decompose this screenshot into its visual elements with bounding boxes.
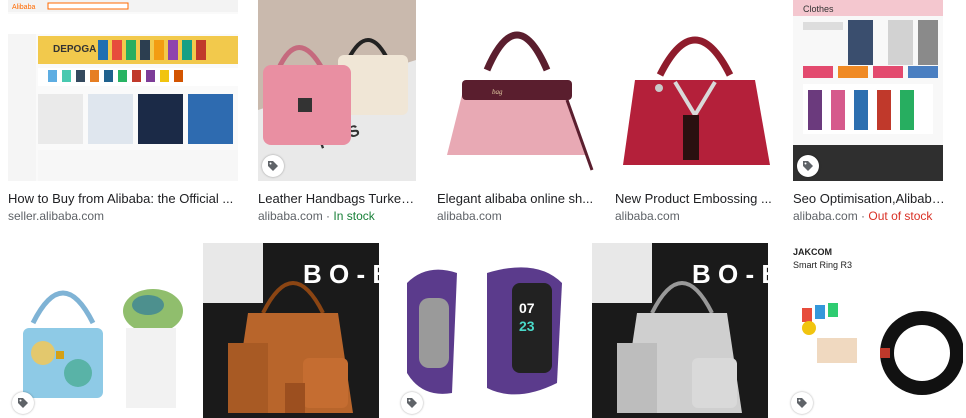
result-domain: alibaba.com bbox=[793, 209, 858, 223]
result-card-8[interactable]: 07 23 bbox=[397, 243, 573, 418]
source-separator: · bbox=[322, 209, 334, 223]
result-card-5[interactable]: Clothes Seo Optimisation,Alibaba ... ali… bbox=[793, 0, 951, 240]
tag-icon[interactable] bbox=[12, 392, 34, 414]
result-card-3[interactable]: bag Elegant alibaba online sh... alibaba… bbox=[437, 0, 595, 240]
smart-ring-image: JAKCOM Smart Ring R3 bbox=[787, 243, 963, 418]
svg-text:DEPOGA: DEPOGA bbox=[53, 44, 96, 55]
result-thumbnail[interactable]: Clothes bbox=[793, 0, 943, 181]
result-card-4[interactable]: New Product Embossing ... alibaba.com bbox=[615, 0, 773, 240]
red-handbag-image bbox=[615, 0, 773, 181]
result-title[interactable]: Leather Handbags Turkey,... bbox=[258, 191, 416, 207]
result-domain: seller.alibaba.com bbox=[8, 209, 105, 223]
result-thumbnail[interactable]: bag bbox=[437, 0, 595, 181]
result-thumbnail[interactable] bbox=[615, 0, 773, 181]
result-card-6[interactable] bbox=[8, 243, 184, 418]
tag-icon[interactable] bbox=[797, 155, 819, 177]
result-source: seller.alibaba.com bbox=[8, 209, 104, 223]
svg-text:bag: bag bbox=[492, 88, 503, 96]
grey-bag-set-image: B O - B bbox=[592, 243, 768, 418]
svg-text:JAKCOM: JAKCOM bbox=[793, 247, 832, 257]
result-source: alibaba.com bbox=[437, 209, 502, 223]
result-thumbnail[interactable]: 07 23 bbox=[397, 243, 573, 418]
result-domain: alibaba.com bbox=[258, 209, 323, 223]
result-source: alibaba.com · In stock bbox=[258, 209, 375, 223]
result-domain: alibaba.com bbox=[615, 209, 680, 223]
result-card-10[interactable]: JAKCOM Smart Ring R3 bbox=[787, 243, 963, 418]
result-title[interactable]: New Product Embossing ... bbox=[615, 191, 773, 207]
tie-dye-bag-and-cap-image bbox=[8, 243, 184, 418]
result-thumbnail[interactable]: Alibaba DEPOGA bbox=[8, 0, 238, 181]
svg-text:Alibaba: Alibaba bbox=[12, 4, 35, 11]
result-card-1[interactable]: Alibaba DEPOGA How to Buy from Alibaba: … bbox=[8, 0, 238, 240]
result-thumbnail[interactable]: B O - B bbox=[592, 243, 768, 418]
result-thumbnail[interactable] bbox=[8, 243, 184, 418]
result-card-9[interactable]: B O - B bbox=[592, 243, 768, 418]
result-thumbnail[interactable]: B O - B bbox=[203, 243, 379, 418]
svg-text:Smart Ring R3: Smart Ring R3 bbox=[793, 260, 852, 270]
stock-status: In stock bbox=[333, 209, 375, 223]
result-thumbnail[interactable]: YONS bbox=[258, 0, 416, 181]
result-card-2[interactable]: YONS Leather Handbags Turkey,... alibaba… bbox=[258, 0, 416, 240]
stock-status: Out of stock bbox=[868, 209, 933, 223]
brown-bag-set-image: B O - B bbox=[203, 243, 379, 418]
result-title[interactable]: Seo Optimisation,Alibaba ... bbox=[793, 191, 951, 207]
result-title[interactable]: Elegant alibaba online sh... bbox=[437, 191, 595, 207]
tag-icon[interactable] bbox=[262, 155, 284, 177]
tag-icon[interactable] bbox=[401, 392, 423, 414]
result-card-7[interactable]: B O - B bbox=[203, 243, 379, 418]
tag-icon[interactable] bbox=[791, 392, 813, 414]
svg-text:B O - B: B O - B bbox=[303, 259, 379, 289]
svg-text:Clothes: Clothes bbox=[803, 4, 834, 14]
clothes-site-image: Clothes bbox=[793, 0, 943, 181]
result-source: alibaba.com · Out of stock bbox=[793, 209, 932, 223]
source-separator: · bbox=[857, 209, 869, 223]
result-title[interactable]: How to Buy from Alibaba: the Official ..… bbox=[8, 191, 238, 207]
handbags-image: YONS bbox=[258, 0, 416, 181]
result-domain: alibaba.com bbox=[437, 209, 502, 223]
svg-text:23: 23 bbox=[519, 318, 535, 334]
pink-handbag-image: bag bbox=[437, 0, 595, 181]
fitness-watch-image: 07 23 bbox=[397, 243, 573, 418]
svg-text:07: 07 bbox=[519, 300, 535, 316]
result-source: alibaba.com bbox=[615, 209, 680, 223]
alibaba-site-image: Alibaba DEPOGA bbox=[8, 0, 238, 181]
svg-text:B O - B: B O - B bbox=[692, 259, 768, 289]
result-thumbnail[interactable]: JAKCOM Smart Ring R3 bbox=[787, 243, 963, 418]
